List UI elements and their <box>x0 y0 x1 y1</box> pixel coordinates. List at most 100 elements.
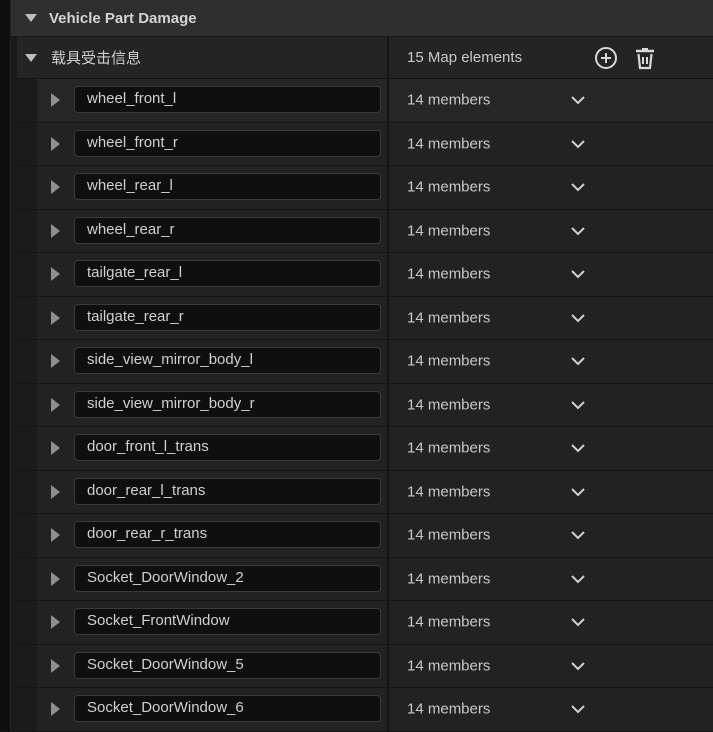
chevron-down-icon[interactable] <box>570 223 586 239</box>
map-key-input[interactable]: Socket_FrontWindow <box>74 608 381 635</box>
member-count: 14 members <box>407 700 491 718</box>
chevron-down-icon[interactable] <box>570 527 586 543</box>
member-count: 14 members <box>407 613 491 631</box>
map-key-input[interactable]: tailgate_rear_r <box>74 303 381 331</box>
map-key-input[interactable]: side_view_mirror_body_l <box>74 347 381 374</box>
map-key-input[interactable]: Socket_DoorWindow_6 <box>74 695 381 722</box>
expand-triangle-icon[interactable] <box>51 702 60 717</box>
map-key-input[interactable]: door_front_l_trans <box>74 434 381 461</box>
expand-triangle-icon[interactable] <box>51 441 60 456</box>
map-elements-list: wheel_front_l 14 members wheel_front_r 14 m… <box>17 79 713 732</box>
member-count: 14 members <box>407 396 491 414</box>
add-element-button[interactable] <box>594 46 618 70</box>
map-element-row: Socket_DoorWindow_6 14 members <box>17 688 713 732</box>
chevron-down-icon[interactable] <box>570 484 586 500</box>
row-gutter <box>17 79 37 122</box>
chevron-down-icon[interactable] <box>570 397 586 413</box>
row-gutter <box>17 644 37 687</box>
chevron-down-icon[interactable] <box>570 310 586 326</box>
expand-triangle-icon[interactable] <box>51 136 60 151</box>
row-gutter <box>17 514 37 557</box>
expand-triangle-icon[interactable] <box>51 354 60 369</box>
expand-triangle-icon[interactable] <box>51 571 60 586</box>
column-splitter[interactable] <box>387 37 389 78</box>
member-count: 14 members <box>407 222 491 240</box>
chevron-down-icon[interactable] <box>570 353 586 369</box>
expand-triangle-icon[interactable] <box>51 223 60 238</box>
row-gutter <box>17 688 37 731</box>
map-key-input[interactable]: wheel_front_l <box>74 86 381 113</box>
map-element-row: door_rear_l_trans 14 members <box>17 470 713 514</box>
chevron-down-icon[interactable] <box>570 658 586 674</box>
member-count: 14 members <box>407 135 491 153</box>
map-property-header: 载具受击信息 15 Map elements <box>17 37 713 79</box>
map-key-input[interactable]: wheel_front_r <box>74 129 381 157</box>
row-gutter <box>17 253 37 296</box>
column-splitter[interactable] <box>387 209 389 252</box>
column-splitter[interactable] <box>387 514 389 557</box>
left-scroll-rail <box>0 0 11 731</box>
delete-all-button[interactable] <box>633 46 657 70</box>
expand-triangle-icon[interactable] <box>51 180 60 195</box>
collapse-triangle-icon[interactable] <box>25 14 37 22</box>
expand-triangle-icon[interactable] <box>51 615 60 630</box>
member-count: 14 members <box>407 483 491 501</box>
map-key-input[interactable]: door_rear_r_trans <box>74 521 381 548</box>
map-element-row: side_view_mirror_body_l 14 members <box>17 340 713 384</box>
map-key-input[interactable]: wheel_rear_r <box>74 216 381 244</box>
chevron-down-icon[interactable] <box>570 701 586 717</box>
row-gutter <box>17 340 37 383</box>
map-element-row: Socket_DoorWindow_5 14 members <box>17 644 713 688</box>
map-key-input[interactable]: tailgate_rear_l <box>74 260 381 287</box>
expand-triangle-icon[interactable] <box>51 658 60 673</box>
column-splitter[interactable] <box>387 79 389 122</box>
map-element-row: tailgate_rear_l 14 members <box>17 253 713 297</box>
row-gutter <box>17 470 37 513</box>
chevron-down-icon[interactable] <box>570 92 586 108</box>
column-splitter[interactable] <box>387 340 389 383</box>
chevron-down-icon[interactable] <box>570 179 586 195</box>
map-key-input[interactable]: side_view_mirror_body_r <box>74 390 381 418</box>
chevron-down-icon[interactable] <box>570 440 586 456</box>
map-key-input[interactable]: Socket_DoorWindow_5 <box>74 651 381 679</box>
column-splitter[interactable] <box>387 383 389 426</box>
chevron-down-icon[interactable] <box>570 136 586 152</box>
row-gutter <box>17 209 37 252</box>
row-gutter <box>17 166 37 209</box>
column-splitter[interactable] <box>387 427 389 470</box>
map-element-row: Socket_DoorWindow_2 14 members <box>17 557 713 601</box>
category-title: Vehicle Part Damage <box>49 9 197 27</box>
column-splitter[interactable] <box>387 166 389 209</box>
map-element-row: tailgate_rear_r 14 members <box>17 296 713 340</box>
map-key-input[interactable]: wheel_rear_l <box>74 173 381 200</box>
map-key-input[interactable]: Socket_DoorWindow_2 <box>74 564 381 592</box>
map-element-row: wheel_front_l 14 members <box>17 79 713 123</box>
expand-triangle-icon[interactable] <box>51 397 60 412</box>
map-element-row: side_view_mirror_body_r 14 members <box>17 383 713 427</box>
expand-triangle-icon[interactable] <box>51 528 60 543</box>
category-header[interactable]: Vehicle Part Damage <box>11 0 713 37</box>
column-splitter[interactable] <box>387 470 389 513</box>
trash-icon <box>636 48 654 70</box>
collapse-triangle-icon[interactable] <box>25 53 37 62</box>
expand-triangle-icon[interactable] <box>51 93 60 108</box>
map-key-input[interactable]: door_rear_l_trans <box>74 477 381 505</box>
expand-triangle-icon[interactable] <box>51 267 60 282</box>
column-splitter[interactable] <box>387 688 389 731</box>
column-splitter[interactable] <box>387 122 389 165</box>
expand-triangle-icon[interactable] <box>51 484 60 499</box>
member-count: 14 members <box>407 657 491 675</box>
column-splitter[interactable] <box>387 601 389 644</box>
expand-triangle-icon[interactable] <box>51 310 60 325</box>
column-splitter[interactable] <box>387 296 389 339</box>
chevron-down-icon[interactable] <box>570 614 586 630</box>
row-gutter <box>17 601 37 644</box>
member-count: 14 members <box>407 309 491 327</box>
chevron-down-icon[interactable] <box>570 571 586 587</box>
column-splitter[interactable] <box>387 557 389 600</box>
row-gutter <box>17 557 37 600</box>
column-splitter[interactable] <box>387 253 389 296</box>
column-splitter[interactable] <box>387 644 389 687</box>
member-count: 14 members <box>407 352 491 370</box>
chevron-down-icon[interactable] <box>570 266 586 282</box>
